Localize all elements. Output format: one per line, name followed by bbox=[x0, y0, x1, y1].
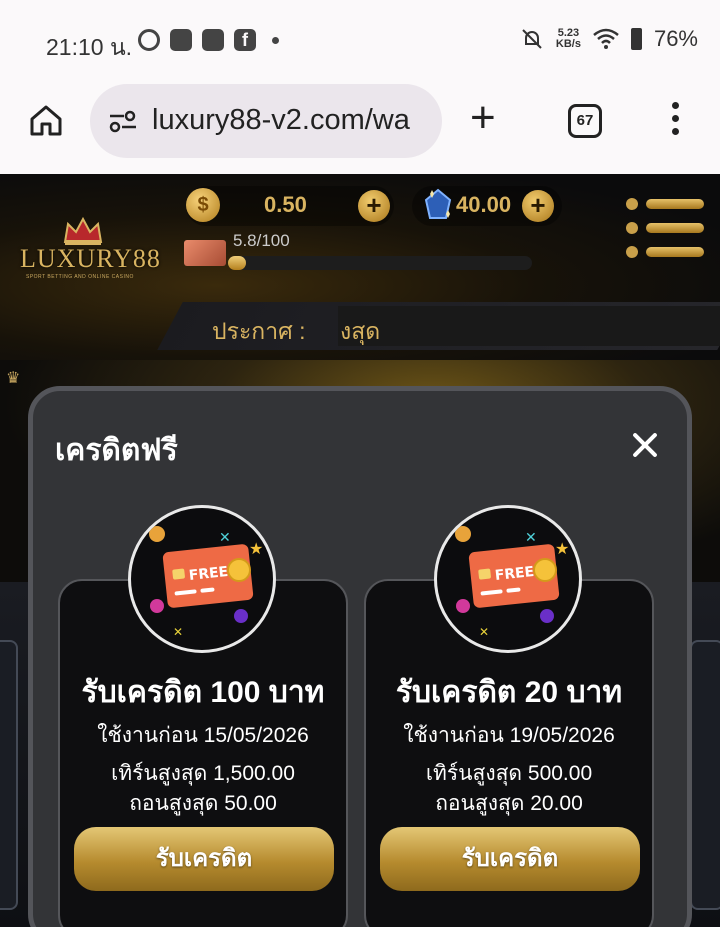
status-time: 21:10 น. bbox=[46, 34, 133, 60]
announcement-text: งสุด bbox=[340, 318, 381, 344]
battery-percent: 76% bbox=[653, 26, 698, 51]
wifi-icon bbox=[593, 28, 619, 49]
free-credit-modal: เครดิตฟรี ✕ ✕ ★ FREE รับเครดิต 100 บาท ใ… bbox=[28, 386, 692, 927]
svg-text:✕: ✕ bbox=[479, 625, 489, 639]
coin-balance-value: 0.50 bbox=[264, 192, 307, 217]
game-menu-button[interactable] bbox=[626, 198, 706, 260]
browser-toolbar: luxury88-v2.com/wa + 67 bbox=[0, 84, 720, 174]
credit-card-max-turnover: เทิร์นสูงสุด 500.00 bbox=[425, 762, 593, 785]
credit-card-max-withdraw: ถอนสูงสุด 20.00 bbox=[435, 792, 583, 815]
svg-text:★: ★ bbox=[555, 539, 569, 558]
battery-icon bbox=[630, 28, 642, 50]
crown-icon bbox=[63, 216, 103, 245]
modal-title: เครดิตฟรี bbox=[55, 434, 178, 467]
credit-card-title: รับเครดิต 100 บาท bbox=[81, 676, 325, 709]
svg-text:✕: ✕ bbox=[525, 530, 537, 546]
level-card-icon bbox=[184, 240, 226, 266]
credit-card-max-turnover: เทิร์นสูงสุด 1,500.00 bbox=[111, 762, 295, 785]
level-progress-fill bbox=[228, 256, 246, 270]
credit-card-title: รับเครดิต 20 บาท bbox=[395, 676, 623, 709]
background-card-left bbox=[0, 640, 18, 910]
svg-text:★: ★ bbox=[249, 539, 263, 558]
gem-balance: 40.00 + bbox=[412, 186, 562, 226]
game-header: LUXURY88 SPORT BETTING AND ONLINE CASINO… bbox=[0, 174, 720, 360]
credit-card-expiry: ใช้งานก่อน 19/05/2026 bbox=[403, 724, 615, 747]
free-credit-badge: ✕ ✕ ★ FREE bbox=[434, 505, 582, 653]
facebook-icon: f bbox=[234, 29, 256, 51]
logo-subtitle: SPORT BETTING AND ONLINE CASINO bbox=[26, 274, 134, 280]
credit-card-expiry: ใช้งานก่อน 15/05/2026 bbox=[97, 724, 309, 747]
level-progress-label: 5.8/100 bbox=[233, 231, 290, 250]
mail-icon bbox=[170, 29, 192, 51]
url-text: luxury88-v2.com/wa bbox=[152, 104, 410, 136]
announcement-ticker bbox=[338, 306, 720, 346]
gem-icon bbox=[424, 188, 452, 219]
app-icon bbox=[202, 29, 224, 51]
credit-card-100: ✕ ✕ ★ FREE รับเครดิต 100 บาท ใช้งานก่อน … bbox=[58, 505, 348, 927]
add-gem-button[interactable]: + bbox=[522, 190, 554, 222]
tab-switcher-button[interactable]: 67 bbox=[568, 104, 602, 138]
add-coin-button[interactable]: + bbox=[358, 190, 390, 222]
gem-balance-value: 40.00 bbox=[456, 192, 512, 217]
status-bar: 21:10 น. f 5.23 KB/s 76% bbox=[0, 0, 720, 84]
threads-icon bbox=[138, 29, 160, 51]
free-card-icon: ✕ ✕ ★ FREE bbox=[149, 526, 263, 639]
svg-text:✕: ✕ bbox=[219, 530, 231, 546]
close-icon[interactable] bbox=[631, 431, 659, 459]
mute-bell-icon bbox=[522, 29, 542, 49]
banner-logo: ♛ bbox=[6, 370, 21, 387]
background-card-right bbox=[690, 640, 720, 910]
free-credit-badge: ✕ ✕ ★ FREE bbox=[128, 505, 276, 653]
notification-icons: f bbox=[138, 29, 279, 51]
svg-text:✕: ✕ bbox=[173, 625, 183, 639]
claim-credit-button[interactable]: รับเครดิต bbox=[380, 827, 640, 891]
network-speed-unit: KB/s bbox=[555, 38, 581, 50]
status-right: 5.23 KB/s 76% bbox=[520, 26, 698, 52]
network-speed: 5.23 KB/s bbox=[556, 28, 581, 50]
address-bar[interactable]: luxury88-v2.com/wa bbox=[90, 84, 442, 158]
level-progress-bar bbox=[228, 256, 532, 270]
new-tab-button[interactable]: + bbox=[470, 96, 496, 140]
coin-balance: $ 0.50 + bbox=[186, 186, 394, 226]
coin-icon: $ bbox=[186, 188, 220, 222]
site-logo[interactable]: LUXURY88 SPORT BETTING AND ONLINE CASINO bbox=[20, 214, 160, 284]
browser-menu-button[interactable] bbox=[668, 102, 682, 142]
credit-card-20: ✕ ✕ ★ FREE รับเครดิต 20 บาท ใช้งานก่อน 1… bbox=[364, 505, 654, 927]
free-card-icon: ✕ ✕ ★ FREE bbox=[455, 526, 569, 639]
home-icon[interactable] bbox=[28, 102, 64, 138]
announcement-label: ประกาศ : bbox=[212, 318, 306, 344]
claim-credit-button[interactable]: รับเครดิต bbox=[74, 827, 334, 891]
more-notifications-icon bbox=[272, 36, 279, 44]
site-settings-icon[interactable] bbox=[108, 109, 138, 133]
logo-text: LUXURY88 bbox=[20, 244, 161, 273]
credit-card-max-withdraw: ถอนสูงสุด 50.00 bbox=[129, 792, 277, 815]
